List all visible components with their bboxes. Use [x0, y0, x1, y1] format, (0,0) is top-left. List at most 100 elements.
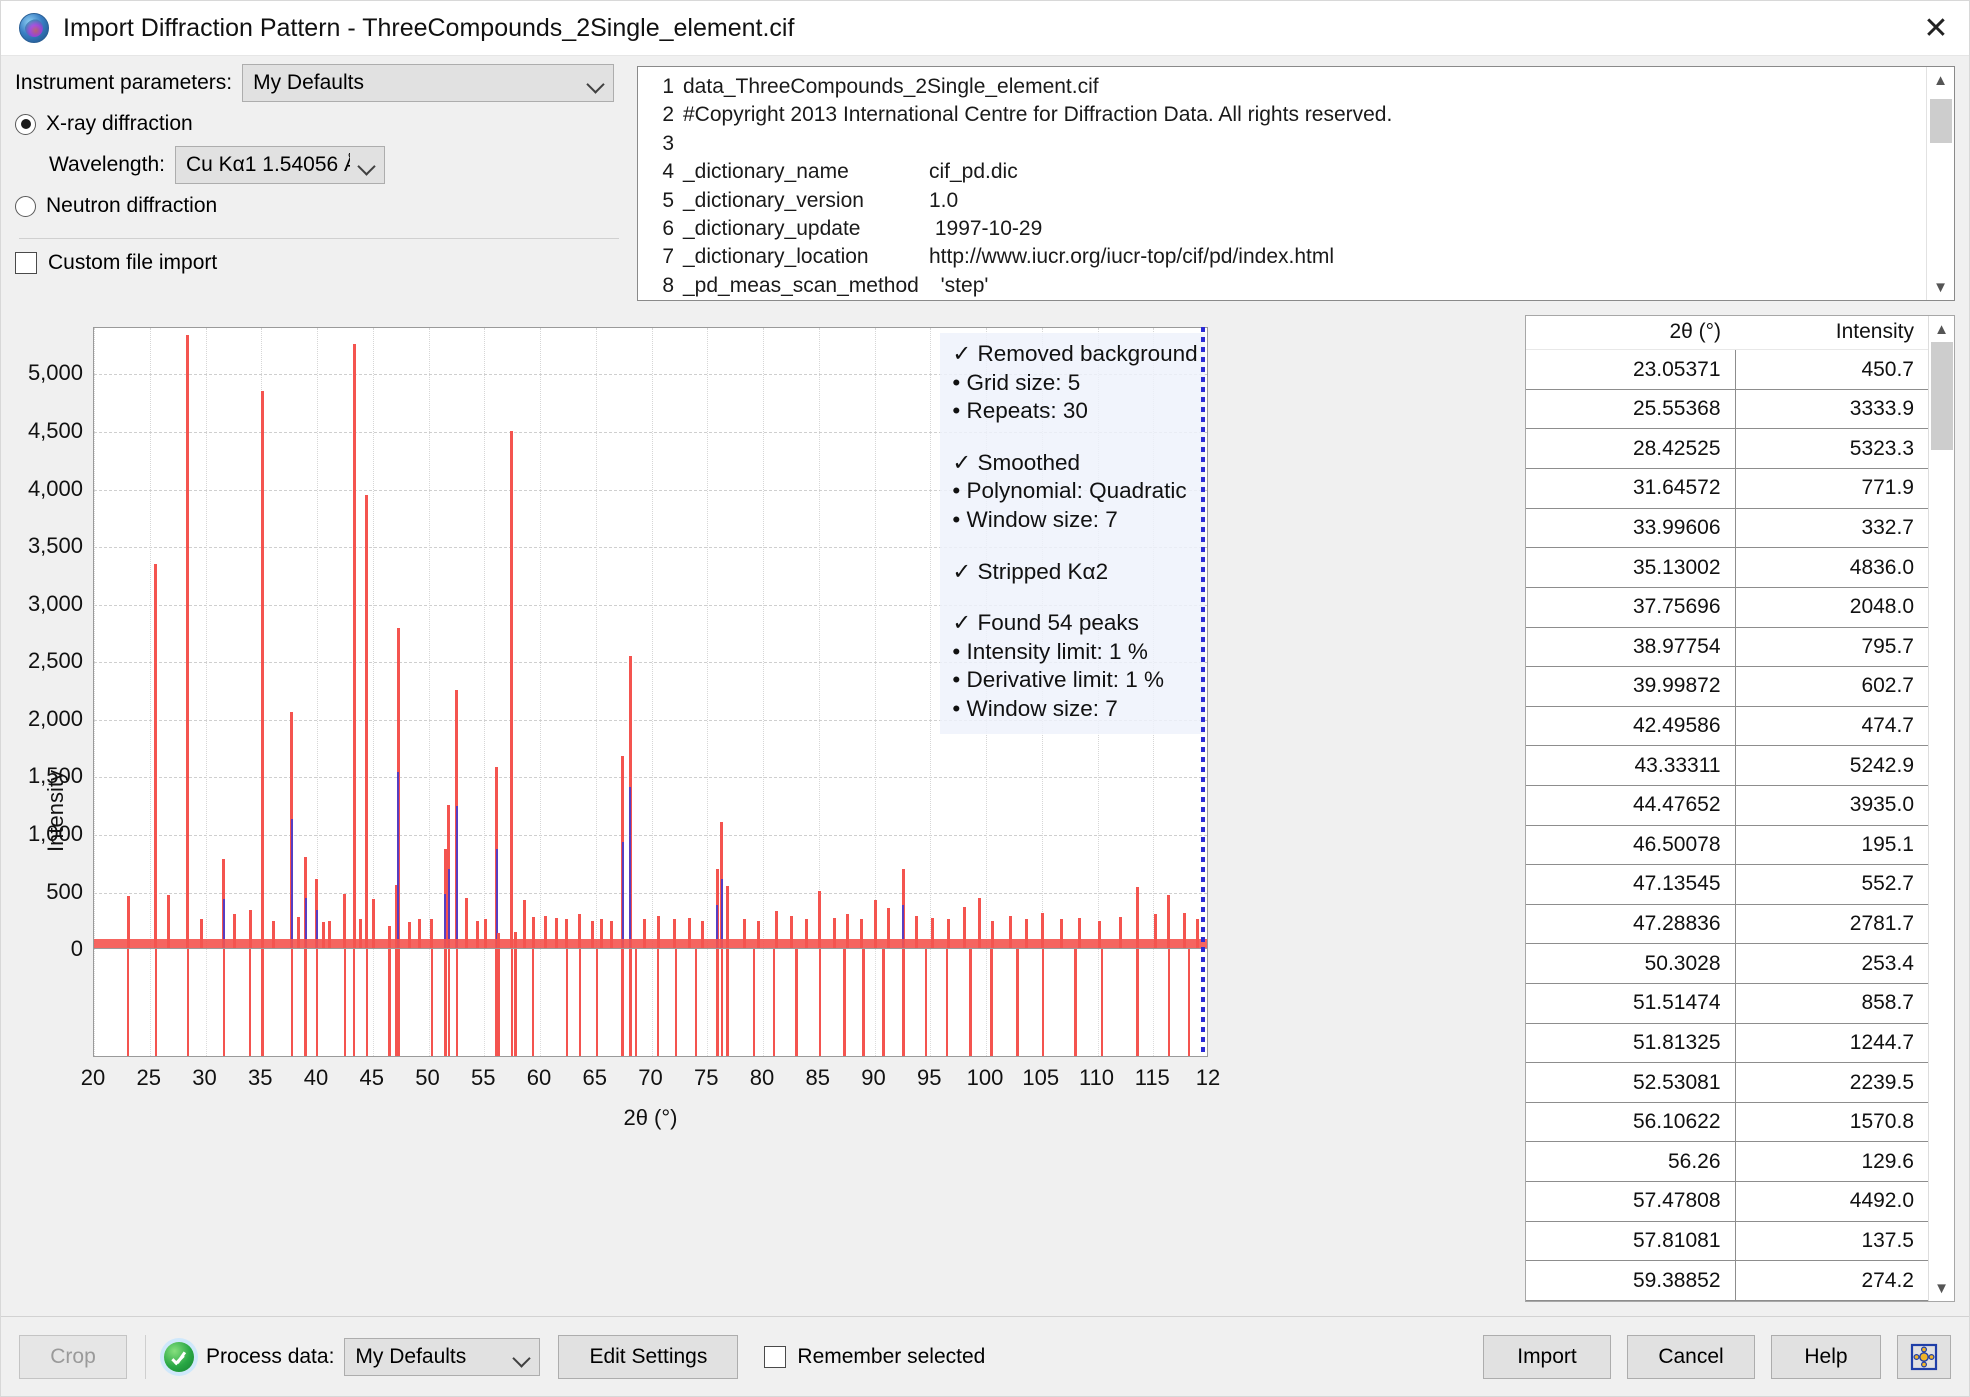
table-cell[interactable]: 44.47652 [1526, 785, 1736, 826]
cif-scroll-track[interactable] [1926, 93, 1954, 275]
table-cell[interactable]: 4836.0 [1735, 547, 1928, 588]
table-cell[interactable]: 552.7 [1735, 864, 1928, 905]
table-row[interactable]: 51.51474 858.7 [1526, 983, 1928, 1024]
table-cell[interactable]: 38.97754 [1526, 627, 1736, 668]
process-data-select[interactable]: My Defaults [344, 1337, 541, 1376]
edit-settings-button[interactable]: Edit Settings [558, 1334, 739, 1379]
table-row[interactable]: 51.81325 1244.7 [1526, 1023, 1928, 1064]
table-cell[interactable]: 47.28836 [1526, 904, 1736, 945]
table-scrollbar[interactable]: ▲ ▼ [1928, 316, 1954, 1301]
scroll-up-icon[interactable]: ▲ [1927, 67, 1955, 93]
table-cell[interactable]: 1570.8 [1735, 1102, 1928, 1143]
table-cell[interactable]: 39.99872 [1526, 666, 1736, 707]
table-cell[interactable]: 450.7 [1735, 349, 1928, 390]
table-cell[interactable]: 51.81325 [1526, 1023, 1736, 1064]
table-row[interactable]: 50.3028 253.4 [1526, 943, 1928, 984]
crop-button[interactable]: Crop [19, 1334, 127, 1379]
table-cell[interactable]: 57.47808 [1526, 1181, 1736, 1222]
table-cell[interactable]: 1244.7 [1735, 1023, 1928, 1064]
table-row[interactable]: 28.42525 5323.3 [1526, 428, 1928, 470]
table-body[interactable]: 23.05371 450.7 25.55368 3333.9 28.42525 5323.… [1526, 349, 1928, 1301]
table-cell[interactable]: 332.7 [1735, 508, 1928, 549]
table-cell[interactable]: 56.10622 [1526, 1102, 1736, 1143]
peak-tick-panel[interactable] [93, 949, 1208, 1058]
table-row[interactable]: 35.13002 4836.0 [1526, 547, 1928, 588]
table-cell[interactable]: 195.1 [1735, 825, 1928, 866]
cif-scrollbar[interactable]: ▲ ▼ [1926, 67, 1955, 301]
table-row[interactable]: 25.55368 3333.9 [1526, 389, 1928, 430]
wavelength-select[interactable]: Cu Kα1 1.54056 Å [174, 146, 385, 184]
table-cell[interactable]: 2781.7 [1735, 904, 1928, 945]
table-row[interactable]: 46.50078 195.1 [1526, 825, 1928, 866]
table-row[interactable]: 56.10622 1570.8 [1526, 1102, 1928, 1143]
xray-diffraction-radio[interactable] [15, 113, 36, 135]
table-row[interactable]: 57.47808 4492.0 [1526, 1181, 1928, 1222]
table-column-header[interactable]: 2θ (°) [1526, 316, 1736, 351]
table-cell[interactable]: 253.4 [1735, 943, 1928, 984]
table-row[interactable]: 33.99606 332.7 [1526, 508, 1928, 549]
table-row[interactable]: 47.28836 2781.7 [1526, 904, 1928, 945]
help-button[interactable]: Help [1771, 1334, 1881, 1379]
table-row[interactable]: 42.49586 474.7 [1526, 706, 1928, 747]
cif-scroll-thumb[interactable] [1929, 99, 1952, 143]
table-cell[interactable]: 5242.9 [1735, 745, 1928, 786]
table-row[interactable]: 38.97754 795.7 [1526, 627, 1928, 668]
table-cell[interactable]: 33.99606 [1526, 508, 1736, 549]
remember-selected-checkbox[interactable] [764, 1345, 787, 1368]
table-cell[interactable]: 795.7 [1735, 627, 1928, 668]
instrument-parameters-select[interactable]: My Defaults [242, 64, 615, 102]
table-cell[interactable]: 25.55368 [1526, 389, 1736, 430]
close-icon[interactable]: ✕ [1903, 1, 1969, 56]
table-cell[interactable]: 137.5 [1735, 1221, 1928, 1262]
table-row[interactable]: 59.38852 274.2 [1526, 1260, 1928, 1301]
table-cell[interactable]: 46.50078 [1526, 825, 1736, 866]
table-row[interactable]: 31.64572 771.9 [1526, 468, 1928, 509]
table-cell[interactable]: 3333.9 [1735, 389, 1928, 430]
table-row[interactable]: 44.47652 3935.0 [1526, 785, 1928, 826]
table-scroll-thumb[interactable] [1930, 342, 1953, 451]
table-cell[interactable]: 602.7 [1735, 666, 1928, 707]
table-cell[interactable]: 5323.3 [1735, 428, 1928, 470]
scroll-down-icon[interactable]: ▼ [1928, 1275, 1955, 1301]
table-cell[interactable]: 28.42525 [1526, 428, 1736, 470]
table-cell[interactable]: 35.13002 [1526, 547, 1736, 588]
custom-file-import-row[interactable]: Custom file import [15, 251, 623, 275]
table-cell[interactable]: 57.81081 [1526, 1221, 1736, 1262]
table-cell[interactable]: 42.49586 [1526, 706, 1736, 747]
cif-preview-text[interactable]: 1 data_ThreeCompounds_2Single_element.cif… [638, 67, 1926, 300]
table-cell[interactable]: 43.33311 [1526, 745, 1736, 786]
reset-view-icon[interactable] [1897, 1334, 1951, 1379]
table-scroll-track[interactable] [1929, 342, 1955, 1275]
table-cell[interactable]: 858.7 [1735, 983, 1928, 1024]
table-cell[interactable]: 51.51474 [1526, 983, 1736, 1024]
neutron-diffraction-row[interactable]: Neutron diffraction [15, 194, 623, 218]
table-row[interactable]: 52.53081 2239.5 [1526, 1062, 1928, 1103]
table-row[interactable]: 57.81081 137.5 [1526, 1221, 1928, 1262]
table-cell[interactable]: 2048.0 [1735, 587, 1928, 628]
table-cell[interactable]: 771.9 [1735, 468, 1928, 509]
scroll-up-icon[interactable]: ▲ [1928, 316, 1955, 342]
table-cell[interactable]: 4492.0 [1735, 1181, 1928, 1222]
cancel-button[interactable]: Cancel [1627, 1334, 1755, 1379]
scroll-down-icon[interactable]: ▼ [1927, 274, 1955, 300]
table-cell[interactable]: 56.26 [1526, 1141, 1736, 1183]
table-column-header[interactable]: Intensity [1735, 316, 1928, 351]
table-cell[interactable]: 50.3028 [1526, 943, 1736, 984]
table-cell[interactable]: 59.38852 [1526, 1260, 1736, 1301]
neutron-diffraction-radio[interactable] [15, 195, 36, 217]
table-cell[interactable]: 23.05371 [1526, 349, 1736, 390]
table-cell[interactable]: 52.53081 [1526, 1062, 1736, 1103]
table-cell[interactable]: 47.13545 [1526, 864, 1736, 905]
table-row[interactable]: 37.75696 2048.0 [1526, 587, 1928, 628]
table-cell[interactable]: 129.6 [1735, 1141, 1928, 1183]
import-button[interactable]: Import [1483, 1334, 1611, 1379]
xray-diffraction-row[interactable]: X-ray diffraction [15, 112, 623, 136]
table-cell[interactable]: 3935.0 [1735, 785, 1928, 826]
table-row[interactable]: 47.13545 552.7 [1526, 864, 1928, 905]
table-cell[interactable]: 37.75696 [1526, 587, 1736, 628]
diffraction-chart[interactable]: Intensity 0 500 1,000 1,500 2,000 2,500 3,000 3… [1, 305, 1515, 1316]
table-cell[interactable]: 474.7 [1735, 706, 1928, 747]
table-cell[interactable]: 274.2 [1735, 1260, 1928, 1301]
crop-marker-right[interactable] [1201, 327, 1206, 1058]
table-cell[interactable]: 31.64572 [1526, 468, 1736, 509]
